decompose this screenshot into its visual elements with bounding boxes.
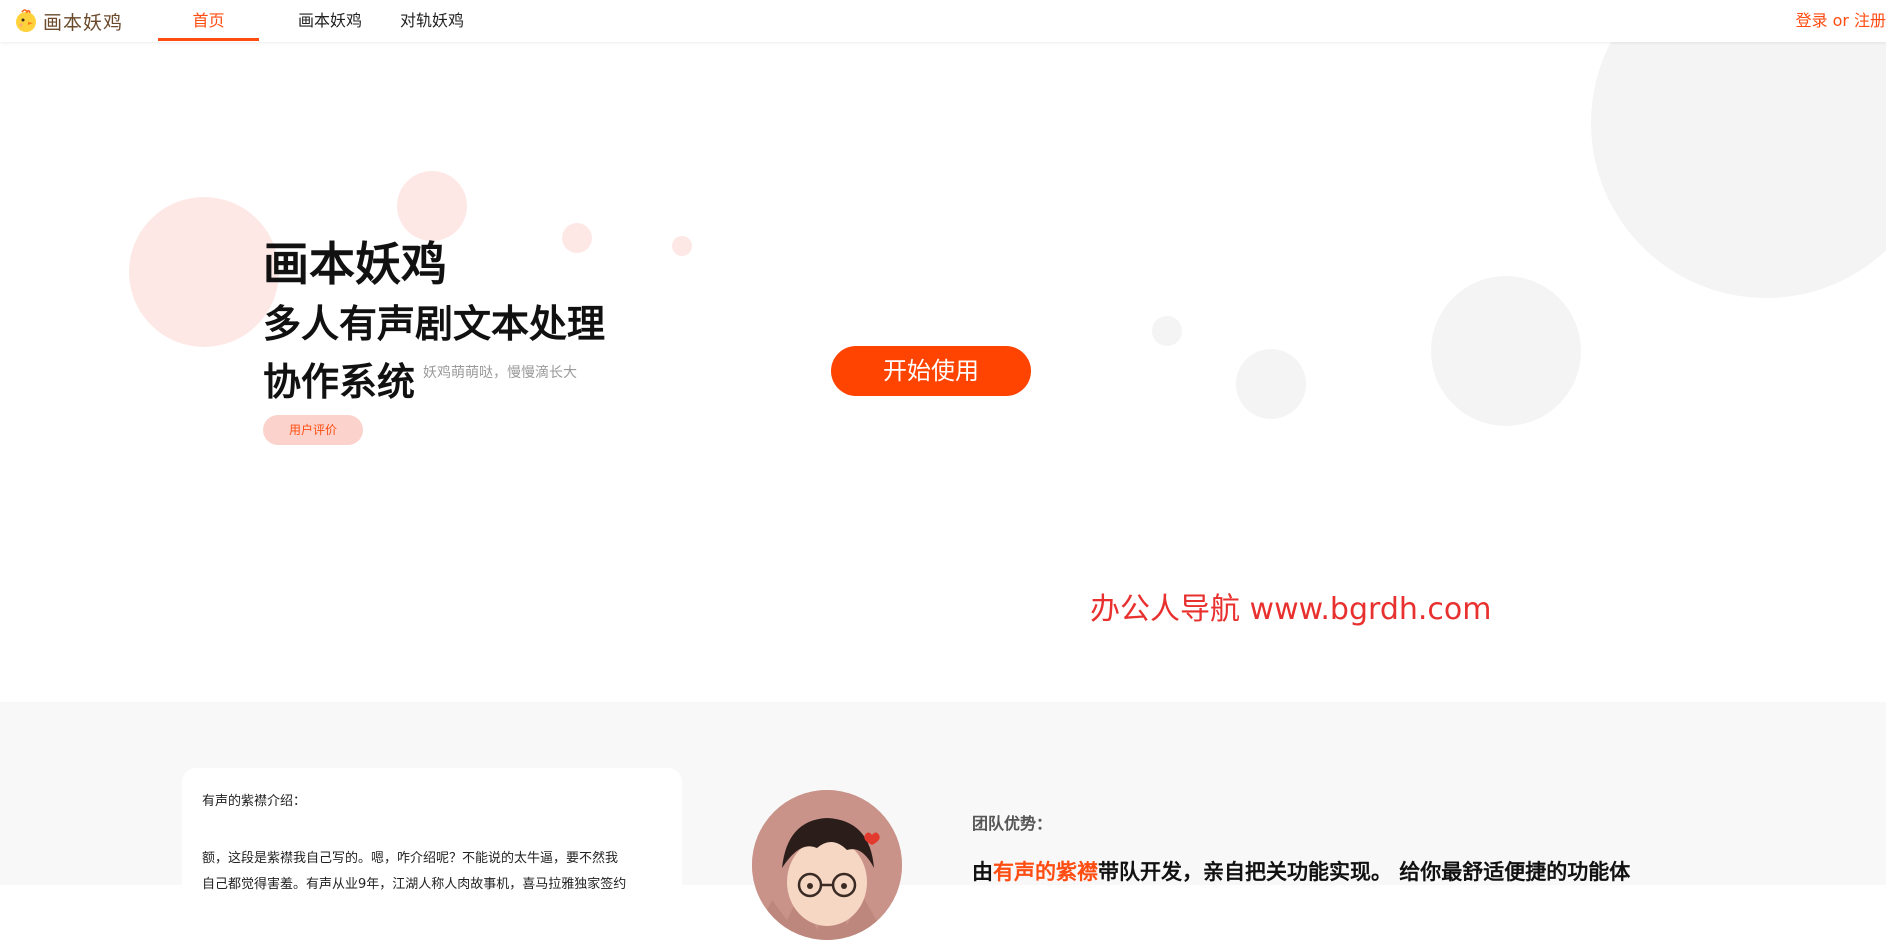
- watermark-text: 办公人导航 www.bgrdh.com: [1090, 592, 1492, 627]
- hero-slogan: 妖鸡萌萌哒，慢慢滴长大: [423, 365, 577, 381]
- hero-subtitle-line2: 协作系统: [263, 360, 416, 404]
- gray-circle-small: [1152, 316, 1182, 346]
- nav-tab-label: 对轨妖鸡: [399, 11, 464, 30]
- logo[interactable]: 画本妖鸡: [12, 7, 123, 35]
- gray-circle-medium: [1236, 349, 1306, 419]
- pink-circle-large: [129, 197, 279, 347]
- team-advantage-line: 由有声的紫襟带队开发，亲自把关功能实现。 给你最舒适便捷的功能体: [972, 856, 1630, 886]
- pink-circle-tiny: [672, 236, 692, 256]
- login-link[interactable]: 登录: [1796, 11, 1828, 30]
- start-button[interactable]: 开始使用: [831, 346, 1031, 396]
- avatar-illustration: [752, 790, 902, 940]
- hero-title: 画本妖鸡: [263, 237, 447, 291]
- nav-tab-label: 首页: [192, 11, 225, 30]
- intro-body-line: 额，这段是紫襟我自己写的。嗯，咋介绍呢？不能说的太牛逼，要不然我: [202, 851, 619, 866]
- team-line-prefix: 由: [972, 860, 993, 884]
- nav-tab-huaben[interactable]: 画本妖鸡: [290, 0, 370, 38]
- nav-tab-duigui[interactable]: 对轨妖鸡: [392, 0, 472, 38]
- intro-body-line: 自己都觉得害羞。有声从业9年，江湖人称人肉故事机，喜马拉雅独家签约: [202, 877, 627, 892]
- top-nav-bar: 画本妖鸡 首页 画本妖鸡 对轨妖鸡 登录 or 注册: [0, 0, 1886, 42]
- intro-body: 额，这段是紫襟我自己写的。嗯，咋介绍呢？不能说的太牛逼，要不然我 自己都觉得害羞…: [202, 846, 662, 898]
- auth-links: 登录 or 注册: [1796, 0, 1886, 42]
- hero-section: 画本妖鸡 多人有声剧文本处理 协作系统 妖鸡萌萌哒，慢慢滴长大 用户评价 开始使…: [0, 42, 1886, 702]
- team-line-highlight: 有声的紫襟: [993, 860, 1098, 884]
- team-label: 团队优势：: [972, 814, 1053, 833]
- intro-card: 有声的紫襟介绍： 额，这段是紫襟我自己写的。嗯，咋介绍呢？不能说的太牛逼，要不然…: [182, 768, 682, 908]
- logo-text: 画本妖鸡: [43, 11, 124, 34]
- user-review-button[interactable]: 用户评价: [263, 415, 363, 445]
- hero-subtitle-line1: 多人有声剧文本处理: [263, 302, 606, 346]
- gray-circle-large: [1431, 276, 1581, 426]
- pink-circle-small: [562, 223, 592, 253]
- intro-title: 有声的紫襟介绍：: [202, 794, 307, 809]
- nav-tab-label: 画本妖鸡: [297, 11, 362, 30]
- chick-icon: [16, 9, 36, 32]
- auth-separator: or: [1832, 11, 1849, 30]
- team-line-suffix: 带队开发，亲自把关功能实现。 给你最舒适便捷的功能体: [1098, 860, 1631, 884]
- cartoon-avatar: [752, 790, 902, 940]
- nav-tab-home[interactable]: 首页: [158, 0, 259, 41]
- register-link[interactable]: 注册: [1854, 11, 1886, 30]
- gray-circle-corner: [1591, 42, 1886, 298]
